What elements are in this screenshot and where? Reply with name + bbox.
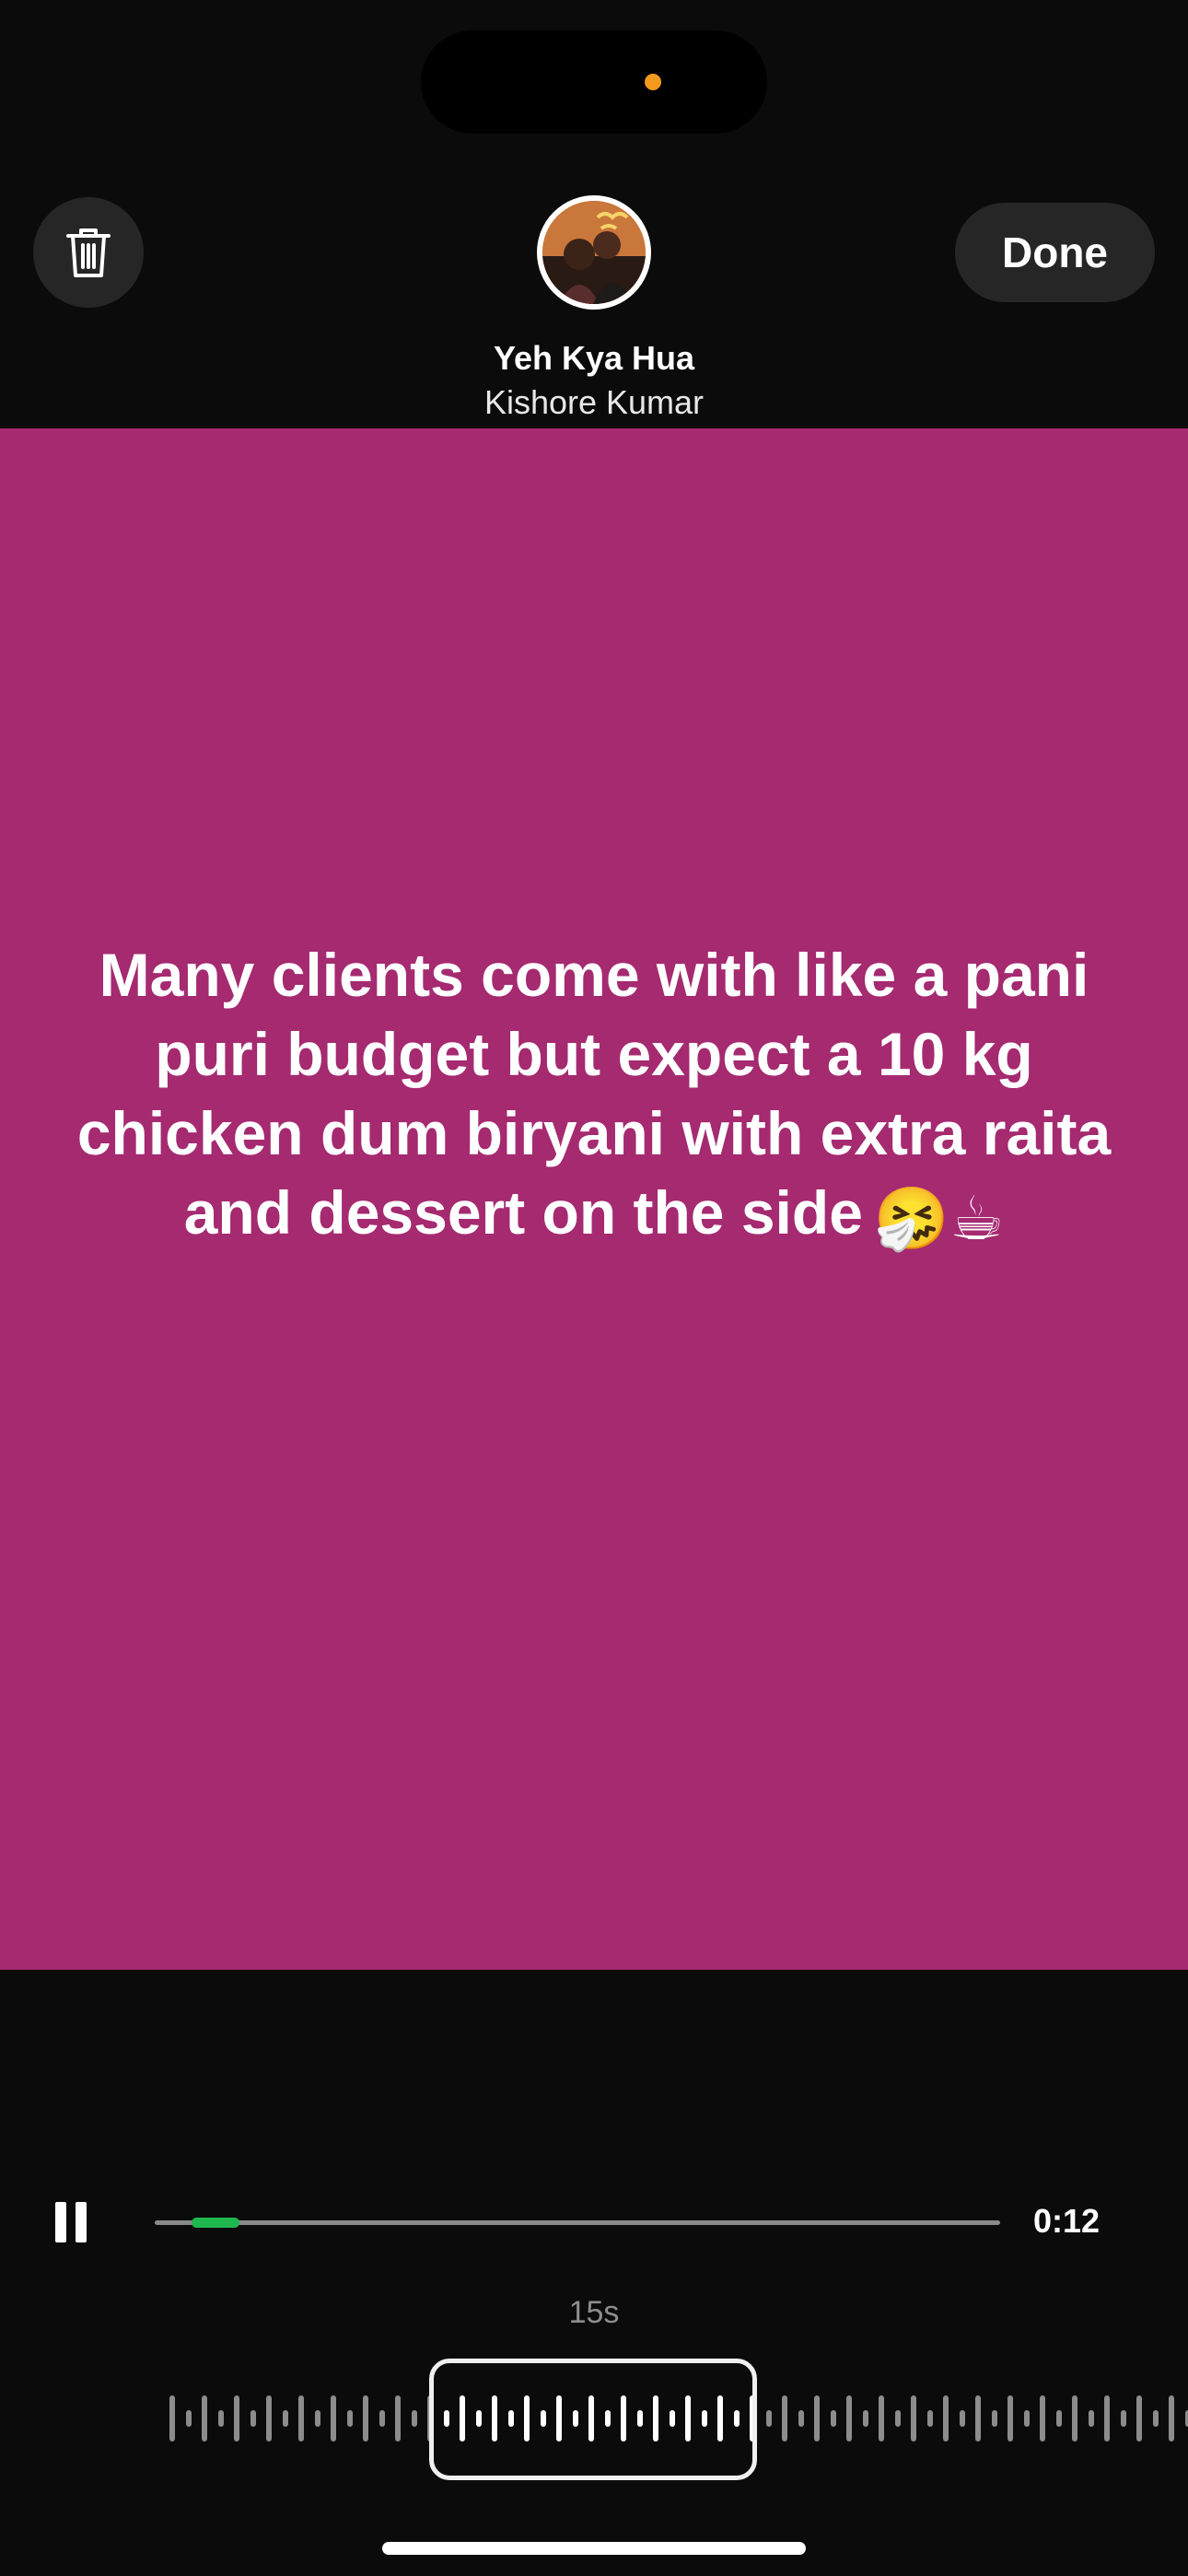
waveform-mark — [331, 2395, 336, 2441]
waveform-mark — [959, 2410, 965, 2427]
waveform-mark — [846, 2395, 852, 2441]
clip-selection-handle[interactable] — [429, 2359, 757, 2480]
waveform-mark — [1120, 2410, 1126, 2427]
waveform-mark — [830, 2410, 836, 2427]
waveform-mark — [379, 2410, 385, 2427]
waveform-mark — [1136, 2395, 1142, 2441]
waveform-mark — [1104, 2395, 1110, 2441]
waveform-mark — [782, 2395, 787, 2441]
pause-button[interactable] — [55, 2202, 87, 2242]
waveform-mark — [991, 2410, 997, 2427]
waveform-mark — [282, 2410, 288, 2427]
playback-track[interactable] — [155, 2218, 1000, 2228]
clip-length-label: 15s — [568, 2295, 620, 2330]
dynamic-island — [421, 30, 767, 134]
delete-music-button[interactable] — [33, 197, 144, 308]
waveform-mark — [862, 2410, 868, 2427]
done-button[interactable]: Done — [955, 203, 1155, 302]
waveform-mark — [1088, 2410, 1094, 2427]
waveform-mark — [169, 2395, 175, 2441]
waveform-mark — [1152, 2410, 1159, 2427]
waveform-mark — [411, 2410, 417, 2427]
waveform-mark — [798, 2410, 804, 2427]
waveform-mark — [363, 2395, 368, 2441]
waveform-mark — [765, 2410, 772, 2427]
waveform-mark — [943, 2395, 949, 2441]
pause-icon — [55, 2202, 66, 2242]
home-indicator[interactable] — [382, 2542, 806, 2555]
trash-icon — [66, 228, 111, 277]
waveform-mark — [346, 2410, 353, 2427]
privacy-indicator-dot — [645, 74, 661, 90]
album-art — [537, 195, 651, 310]
waveform-mark — [894, 2410, 901, 2427]
waveform-mark — [975, 2395, 981, 2441]
waveform-mark — [1007, 2395, 1013, 2441]
waveform-mark — [234, 2395, 239, 2441]
waveform-mark — [879, 2395, 884, 2441]
waveform-mark — [911, 2395, 916, 2441]
waveform-mark — [1072, 2395, 1077, 2441]
music-story-editor: Done Yeh Kya Hua Kishore Kumar Many clie… — [0, 0, 1188, 2576]
song-title: Yeh Kya Hua — [493, 339, 695, 377]
waveform-mark — [202, 2395, 207, 2441]
waveform-mark — [814, 2395, 820, 2441]
waveform-mark — [395, 2395, 401, 2441]
song-artist: Kishore Kumar — [483, 383, 705, 421]
story-text[interactable]: Many clients come with like a pani puri … — [55, 935, 1133, 1258]
waveform-mark — [250, 2410, 256, 2427]
waveform-mark — [298, 2395, 304, 2441]
waveform-mark — [1023, 2410, 1030, 2427]
waveform-mark — [217, 2410, 224, 2427]
playback-progress — [191, 2218, 239, 2228]
waveform-mark — [185, 2410, 192, 2427]
waveform-mark — [1055, 2410, 1062, 2427]
waveform-mark — [926, 2410, 933, 2427]
waveform-mark — [1169, 2395, 1174, 2441]
waveform-mark — [266, 2395, 272, 2441]
story-emoji: 🤧☕ — [873, 1183, 1005, 1252]
waveform-mark — [1184, 2410, 1188, 2427]
waveform-mark — [314, 2410, 320, 2427]
waveform-mark — [1040, 2395, 1045, 2441]
elapsed-time: 0:12 — [1033, 2202, 1101, 2240]
